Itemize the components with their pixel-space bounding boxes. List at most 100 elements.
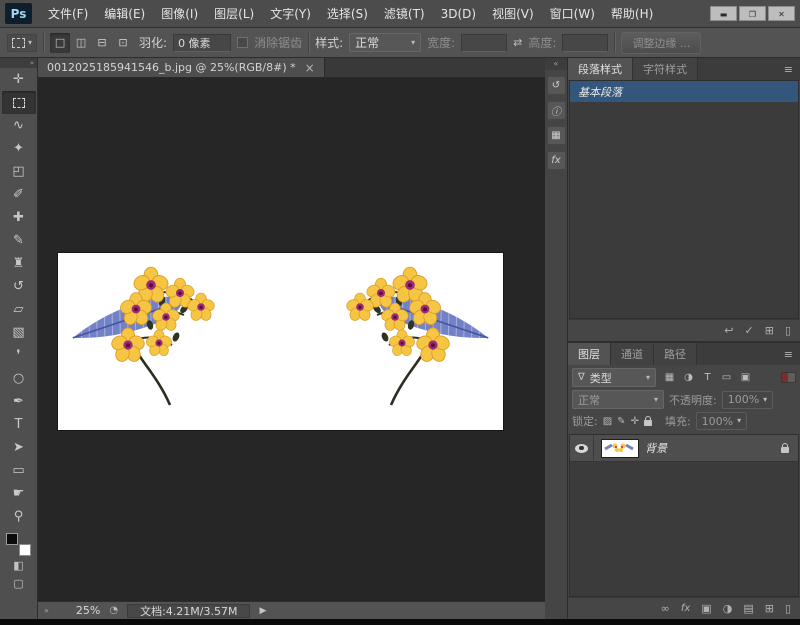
panel-menu-icon[interactable]: ≡	[777, 58, 800, 80]
swap-dimensions-icon[interactable]: ⇄	[513, 36, 522, 49]
tool-preset-picker[interactable]: ▾	[7, 34, 37, 52]
delete-layer-icon[interactable]: ▯	[785, 602, 791, 615]
menu-view[interactable]: 视图(V)	[484, 0, 542, 28]
menu-help[interactable]: 帮助(H)	[603, 0, 661, 28]
new-group-icon[interactable]: ▤	[743, 602, 753, 615]
redefine-style-icon[interactable]: ✓	[745, 324, 754, 337]
subtract-selection-button[interactable]: ⊟	[92, 33, 112, 53]
status-grip-icon[interactable]: »	[44, 606, 49, 615]
antialias-checkbox[interactable]	[237, 37, 248, 48]
refine-edge-button[interactable]: 调整边缘 ...	[621, 32, 701, 54]
filter-pixel-icon[interactable]: ▦	[661, 369, 678, 386]
link-layers-icon[interactable]: ∞	[661, 602, 670, 615]
background-color-swatch[interactable]	[19, 544, 31, 556]
add-selection-button[interactable]: ◫	[71, 33, 91, 53]
intersect-selection-button[interactable]: ⊡	[113, 33, 133, 53]
move-tool[interactable]: ✛	[2, 68, 36, 91]
layer-name[interactable]: 背景	[645, 440, 781, 456]
minimize-button[interactable]: ▬	[710, 6, 737, 21]
dodge-tool[interactable]: ○	[2, 367, 36, 390]
tab-character-styles[interactable]: 字符样式	[633, 58, 698, 80]
path-selection-tool[interactable]: ➤	[2, 436, 36, 459]
menu-filter[interactable]: 滤镜(T)	[376, 0, 433, 28]
lock-pixels-icon[interactable]: ✎	[617, 416, 625, 427]
document-canvas[interactable]	[38, 78, 545, 601]
filter-shape-icon[interactable]: ▭	[718, 369, 735, 386]
toolbar-collapse-icon[interactable]: »	[0, 58, 37, 68]
menu-window[interactable]: 窗口(W)	[542, 0, 603, 28]
foreground-color-swatch[interactable]	[6, 533, 18, 545]
close-button[interactable]: ✕	[768, 6, 795, 21]
brush-tool[interactable]: ✎	[2, 229, 36, 252]
opacity-dropdown[interactable]: 100% ▾	[722, 391, 773, 409]
healing-brush-tool[interactable]: ✚	[2, 206, 36, 229]
zoom-level[interactable]: 25%	[76, 604, 100, 617]
visibility-toggle[interactable]	[570, 435, 594, 461]
menu-type[interactable]: 文字(Y)	[262, 0, 319, 28]
hand-tool[interactable]: ☛	[2, 482, 36, 505]
maximize-button[interactable]: ❐	[739, 6, 766, 21]
eyedropper-tool[interactable]: ✐	[2, 183, 36, 206]
tab-layers[interactable]: 图层	[568, 343, 611, 365]
menu-image[interactable]: 图像(I)	[153, 0, 206, 28]
zoom-tool[interactable]: ⚲	[2, 505, 36, 528]
lock-position-icon[interactable]: ✛	[631, 416, 639, 427]
gradient-tool[interactable]: ▧	[2, 321, 36, 344]
filter-adjustment-icon[interactable]: ◑	[680, 369, 697, 386]
layer-style-icon[interactable]: fx	[681, 603, 690, 614]
menu-edit[interactable]: 编辑(E)	[96, 0, 153, 28]
layer-thumbnail[interactable]	[602, 440, 638, 457]
history-brush-tool[interactable]: ↺	[2, 275, 36, 298]
panel-menu-icon[interactable]: ≡	[777, 343, 800, 365]
list-item[interactable]: 基本段落	[570, 81, 798, 102]
lock-transparent-icon[interactable]: ▨	[603, 416, 612, 427]
layer-filter-toggle[interactable]	[781, 372, 796, 383]
lock-all-icon[interactable]	[644, 420, 652, 426]
type-tool[interactable]: T	[2, 413, 36, 436]
swatches-panel-button[interactable]: ▦	[547, 126, 566, 145]
menu-layer[interactable]: 图层(L)	[206, 0, 262, 28]
new-selection-button[interactable]: □	[50, 33, 70, 53]
clone-stamp-tool[interactable]: ♜	[2, 252, 36, 275]
document-tab[interactable]: 0012025185941546_b.jpg @ 25%(RGB/8#) * ×	[38, 58, 325, 77]
shape-tool[interactable]: ▭	[2, 459, 36, 482]
tab-paragraph-styles[interactable]: 段落样式	[568, 58, 633, 80]
styles-panel-button[interactable]: fx	[547, 151, 566, 170]
menu-file[interactable]: 文件(F)	[40, 0, 96, 28]
rectangular-marquee-tool[interactable]	[2, 91, 36, 114]
delete-style-icon[interactable]: ▯	[785, 324, 791, 337]
layer-mask-icon[interactable]: ▣	[701, 602, 711, 615]
style-dropdown[interactable]: 正常 ▾	[349, 33, 421, 52]
status-menu-arrow-icon[interactable]: ▶	[259, 606, 266, 616]
tab-channels[interactable]: 通道	[611, 343, 654, 365]
clear-override-icon[interactable]: ↩	[724, 324, 733, 337]
filter-kind-dropdown[interactable]: ∇ 类型 ▾	[572, 368, 656, 387]
blur-tool[interactable]: ❜	[2, 344, 36, 367]
table-row[interactable]: 背景	[570, 435, 798, 462]
document-size-info[interactable]: 文档:4.21M/3.57M	[127, 604, 250, 618]
color-swatches[interactable]	[6, 533, 31, 556]
height-input[interactable]	[562, 34, 608, 52]
adjustment-layer-icon[interactable]: ◑	[723, 602, 733, 615]
new-style-icon[interactable]: ⊞	[765, 324, 774, 337]
blend-mode-dropdown[interactable]: 正常 ▾	[572, 390, 664, 409]
filter-type-icon[interactable]: T	[699, 369, 716, 386]
new-layer-icon[interactable]: ⊞	[765, 602, 774, 615]
feather-input[interactable]	[173, 34, 231, 52]
quick-selection-tool[interactable]: ✦	[2, 137, 36, 160]
lasso-tool[interactable]: ∿	[2, 114, 36, 137]
crop-tool[interactable]: ◰	[2, 160, 36, 183]
tab-paths[interactable]: 路径	[654, 343, 697, 365]
info-panel-button[interactable]: ⓘ	[547, 101, 566, 120]
width-input[interactable]	[461, 34, 507, 52]
filter-smart-object-icon[interactable]: ▣	[737, 369, 754, 386]
history-panel-button[interactable]: ↺	[547, 76, 566, 95]
menu-select[interactable]: 选择(S)	[319, 0, 376, 28]
fill-dropdown[interactable]: 100% ▾	[696, 412, 747, 430]
eraser-tool[interactable]: ▱	[2, 298, 36, 321]
quick-mask-button[interactable]: ◧	[2, 556, 36, 574]
menu-3d[interactable]: 3D(D)	[433, 0, 484, 28]
expand-panels-icon[interactable]: «	[545, 58, 567, 70]
pen-tool[interactable]: ✒	[2, 390, 36, 413]
close-icon[interactable]: ×	[305, 61, 315, 75]
